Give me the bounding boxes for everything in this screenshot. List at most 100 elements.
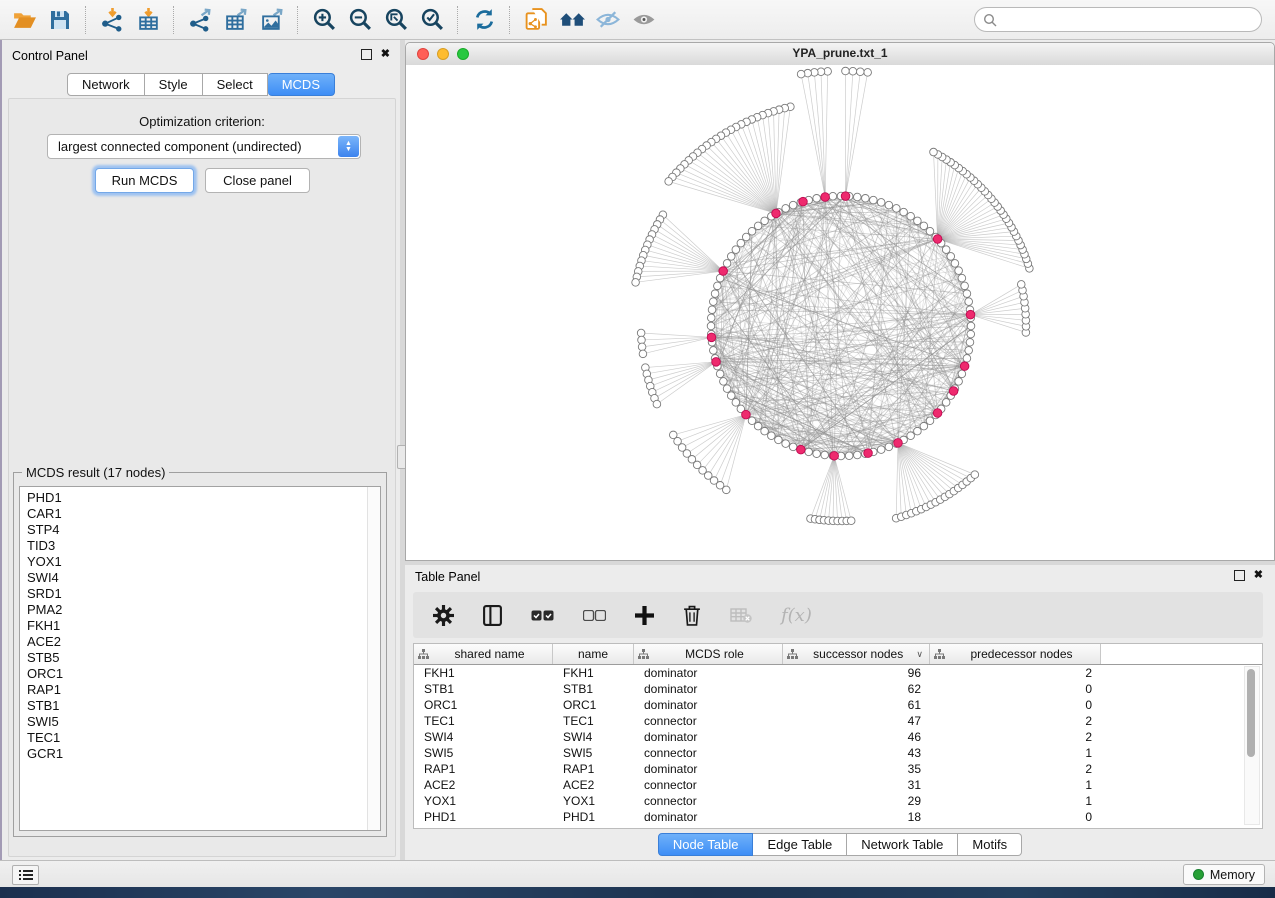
zoom-out-icon[interactable] <box>342 4 378 36</box>
save-icon[interactable] <box>42 4 78 36</box>
tab-mcds[interactable]: MCDS <box>268 73 335 96</box>
search-icon <box>983 13 997 27</box>
tab-node-table[interactable]: Node Table <box>658 833 754 856</box>
column-header[interactable]: MCDS role <box>634 644 783 664</box>
mcds-node-item[interactable]: TID3 <box>20 538 380 554</box>
show-column-panel-icon[interactable] <box>483 605 502 626</box>
first-neighbors-icon[interactable] <box>554 4 590 36</box>
export-table-icon[interactable] <box>218 4 254 36</box>
table-cell: dominator <box>634 666 783 680</box>
table-cell: 2 <box>930 730 1101 744</box>
table-scrollbar[interactable] <box>1244 666 1260 825</box>
table-row[interactable]: TEC1TEC1connector472 <box>414 713 1262 729</box>
hide-selected-icon[interactable] <box>590 4 626 36</box>
create-column-icon[interactable] <box>635 606 654 625</box>
export-network-icon[interactable] <box>182 4 218 36</box>
export-image-icon[interactable] <box>254 4 290 36</box>
memory-label: Memory <box>1210 868 1255 882</box>
tab-motifs[interactable]: Motifs <box>958 833 1022 856</box>
close-panel-icon[interactable]: ✖ <box>1254 570 1263 581</box>
memory-status-icon <box>1193 869 1204 880</box>
table-settings-gear-icon[interactable] <box>433 605 454 626</box>
control-panel: Control Panel ✖ Network Style Select MCD… <box>2 40 400 860</box>
close-panel-button[interactable]: Close panel <box>205 168 310 193</box>
mcds-node-item[interactable]: GCR1 <box>20 746 380 762</box>
mcds-node-item[interactable]: STB5 <box>20 650 380 666</box>
table-cell: 47 <box>783 714 930 728</box>
main-toolbar <box>0 0 1275 40</box>
list-scrollbar[interactable] <box>367 487 380 830</box>
mcds-node-item[interactable]: SRD1 <box>20 586 380 602</box>
show-all-icon[interactable] <box>626 4 662 36</box>
mcds-node-item[interactable]: PMA2 <box>20 602 380 618</box>
mcds-node-item[interactable]: RAP1 <box>20 682 380 698</box>
search-input[interactable] <box>1002 12 1261 28</box>
table-cell: dominator <box>634 762 783 776</box>
table-row[interactable]: RAP1RAP1dominator352 <box>414 761 1262 777</box>
mcds-node-item[interactable]: SWI5 <box>20 714 380 730</box>
tab-style[interactable]: Style <box>145 73 203 96</box>
toolbar-separator <box>85 6 87 34</box>
table-row[interactable]: ORC1ORC1dominator610 <box>414 697 1262 713</box>
tab-network[interactable]: Network <box>67 73 145 96</box>
mcds-node-item[interactable]: ORC1 <box>20 666 380 682</box>
mcds-node-item[interactable]: ACE2 <box>20 634 380 650</box>
column-header[interactable]: successor nodes∨ <box>783 644 930 664</box>
open-folder-icon[interactable] <box>6 4 42 36</box>
table-row[interactable]: SWI4SWI4dominator462 <box>414 729 1262 745</box>
close-panel-icon[interactable]: ✖ <box>381 49 390 60</box>
table-cell: YOX1 <box>414 794 553 808</box>
table-cell: 46 <box>783 730 930 744</box>
table-cell: 0 <box>930 682 1101 696</box>
table-row[interactable]: STB1STB1dominator620 <box>414 681 1262 697</box>
network-canvas[interactable] <box>406 65 1274 560</box>
clone-network-icon[interactable] <box>518 4 554 36</box>
table-row[interactable]: YOX1YOX1connector291 <box>414 793 1262 809</box>
column-header[interactable]: name <box>553 644 634 664</box>
float-panel-icon[interactable] <box>1234 570 1245 581</box>
zoom-in-icon[interactable] <box>306 4 342 36</box>
task-history-button[interactable] <box>12 865 39 885</box>
table-cell: 2 <box>930 666 1101 680</box>
import-network-icon[interactable] <box>94 4 130 36</box>
import-table-icon[interactable] <box>130 4 166 36</box>
tab-network-table[interactable]: Network Table <box>847 833 958 856</box>
run-mcds-button[interactable]: Run MCDS <box>95 168 194 193</box>
toolbar-separator <box>457 6 459 34</box>
network-window-titlebar[interactable]: YPA_prune.txt_1 <box>406 43 1274 66</box>
table-row[interactable]: SWI5SWI5connector431 <box>414 745 1262 761</box>
mcds-node-item[interactable]: PHD1 <box>20 490 380 506</box>
memory-button[interactable]: Memory <box>1183 864 1265 885</box>
table-cell: STB1 <box>553 682 634 696</box>
tab-edge-table[interactable]: Edge Table <box>753 833 847 856</box>
mcds-node-item[interactable]: FKH1 <box>20 618 380 634</box>
table-cell: dominator <box>634 810 783 824</box>
toolbar-separator <box>509 6 511 34</box>
mcds-node-item[interactable]: STB1 <box>20 698 380 714</box>
mcds-node-item[interactable]: SWI4 <box>20 570 380 586</box>
table-scrollbar-thumb[interactable] <box>1247 669 1255 757</box>
mcds-node-item[interactable]: STP4 <box>20 522 380 538</box>
mcds-node-item[interactable]: CAR1 <box>20 506 380 522</box>
tab-select[interactable]: Select <box>203 73 268 96</box>
delete-column-icon[interactable] <box>683 605 701 626</box>
control-panel-tabs: Network Style Select MCDS <box>2 73 400 96</box>
criterion-select[interactable]: largest connected component (undirected)… <box>47 134 361 159</box>
table-row[interactable]: ACE2ACE2connector311 <box>414 777 1262 793</box>
select-all-columns-icon[interactable] <box>531 610 554 621</box>
column-header[interactable]: predecessor nodes <box>930 644 1101 664</box>
zoom-selected-icon[interactable] <box>414 4 450 36</box>
mcds-node-item[interactable]: YOX1 <box>20 554 380 570</box>
table-cell: 29 <box>783 794 930 808</box>
table-row[interactable]: PHD1PHD1dominator180 <box>414 809 1262 825</box>
refresh-icon[interactable] <box>466 4 502 36</box>
unselect-all-columns-icon[interactable] <box>583 610 606 621</box>
status-bar: Memory <box>0 860 1275 887</box>
table-cell: SWI5 <box>414 746 553 760</box>
float-panel-icon[interactable] <box>361 49 372 60</box>
column-header[interactable]: shared name <box>414 644 553 664</box>
mcds-node-item[interactable]: TEC1 <box>20 730 380 746</box>
zoom-fit-icon[interactable] <box>378 4 414 36</box>
table-row[interactable]: FKH1FKH1dominator962 <box>414 665 1262 681</box>
attribute-type-icon <box>934 649 945 660</box>
